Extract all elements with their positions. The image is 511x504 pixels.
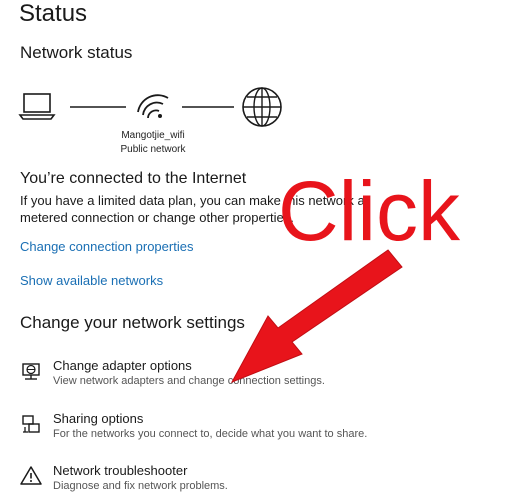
setting-description: View network adapters and change connect… — [53, 375, 325, 387]
show-available-networks-link[interactable]: Show available networks — [20, 273, 163, 288]
page-title: Status — [19, 0, 88, 27]
setting-description: Diagnose and fix network problems. — [53, 480, 228, 492]
change-adapter-options-item[interactable]: Change adapter options View network adap… — [18, 358, 398, 398]
network-status-heading: Network status — [20, 43, 133, 62]
setting-description: For the networks you connect to, decide … — [53, 428, 368, 440]
network-troubleshooter-item[interactable]: Network troubleshooter Diagnose and fix … — [18, 463, 398, 503]
laptop-icon — [18, 93, 56, 120]
connection-status-description: If you have a limited data plan, you can… — [20, 193, 365, 225]
globe-icon — [242, 87, 282, 127]
network-name: Mangotjie_wifi — [121, 130, 185, 141]
adapter-icon — [22, 363, 40, 380]
connection-status-title: You’re connected to the Internet — [20, 170, 247, 187]
sharing-options-item[interactable]: Sharing options For the networks you con… — [18, 411, 398, 451]
network-type: Public network — [120, 144, 186, 155]
setting-title: Network troubleshooter — [53, 463, 188, 478]
setting-title: Change adapter options — [53, 358, 192, 373]
sharing-icon — [22, 415, 40, 433]
change-settings-heading: Change your network settings — [20, 313, 245, 332]
change-connection-properties-link[interactable]: Change connection properties — [20, 239, 193, 254]
warning-icon — [20, 466, 42, 485]
wifi-icon — [137, 94, 169, 119]
setting-title: Sharing options — [53, 411, 144, 426]
